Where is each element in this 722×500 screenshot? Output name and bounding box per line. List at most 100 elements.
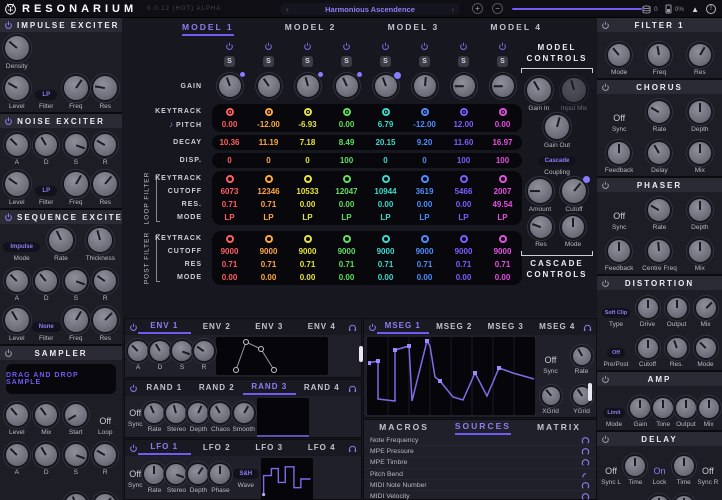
power-icon[interactable] — [129, 323, 138, 332]
solo-button[interactable]: S — [419, 56, 430, 67]
resonator-power-icon[interactable] — [498, 42, 507, 51]
resonator-power-icon[interactable] — [225, 42, 234, 51]
gain-knob-7[interactable] — [453, 75, 475, 97]
amp-gain-knob[interactable] — [630, 398, 650, 418]
seq-filter-type-button[interactable]: None — [32, 322, 61, 332]
phaser-mix-knob[interactable] — [689, 240, 711, 262]
tab-env-4[interactable]: ENV 4 — [296, 322, 349, 333]
keytrack-toggle[interactable] — [265, 108, 273, 116]
disp-value[interactable]: 0 — [422, 156, 426, 165]
delay-feedback-knob[interactable] — [649, 496, 669, 500]
gain-knob-3[interactable] — [297, 75, 319, 97]
audition-icon[interactable] — [583, 323, 592, 332]
dial-icon[interactable] — [581, 492, 590, 500]
post-cutoff-value[interactable]: 9000 — [455, 247, 473, 256]
distortion-res-knob[interactable] — [667, 338, 687, 358]
loop-mode-value[interactable]: LP — [419, 213, 429, 222]
preset-save-button[interactable]: + — [472, 3, 483, 14]
distortion-output-knob[interactable] — [667, 298, 687, 318]
gain-knob-8[interactable] — [492, 75, 514, 97]
tab-macros[interactable]: MACROS — [379, 422, 429, 434]
audition-icon[interactable] — [348, 323, 357, 332]
filter1-mode-knob[interactable] — [608, 44, 630, 66]
resonator-power-icon[interactable] — [381, 42, 390, 51]
gain-knob-2[interactable] — [258, 75, 280, 97]
env-sustain-knob[interactable] — [172, 341, 192, 361]
seq-thickness-knob[interactable] — [88, 228, 112, 252]
dial-icon[interactable] — [581, 481, 590, 490]
lfo-phase-knob[interactable] — [210, 464, 230, 484]
chorus-feedback-knob[interactable] — [608, 142, 630, 164]
chorus-rate-knob[interactable] — [648, 101, 670, 123]
power-icon[interactable] — [601, 181, 610, 190]
warning-icon[interactable]: ▲ — [691, 5, 699, 14]
delay-time-l-knob[interactable] — [625, 456, 645, 476]
sampler-freq-knob[interactable] — [65, 494, 87, 500]
tab-lfo-1[interactable]: LFO 1 — [138, 442, 191, 455]
decay-value[interactable]: 11.60 — [454, 138, 474, 147]
loop-res-value[interactable]: 49.54 — [492, 200, 512, 209]
noise-sustain-knob[interactable] — [65, 134, 87, 156]
disp-value[interactable]: 0 — [227, 156, 231, 165]
sampler-start-knob[interactable] — [65, 404, 87, 426]
rand-stereo-knob[interactable] — [166, 403, 186, 423]
loop-mode-value[interactable]: LP — [341, 213, 351, 222]
source-row[interactable]: MPE Timbre — [364, 458, 596, 469]
resonator-power-icon[interactable] — [342, 42, 351, 51]
gain-knob-1[interactable] — [219, 75, 241, 97]
preset-delete-button[interactable]: − — [492, 3, 503, 14]
dial-icon[interactable] — [581, 458, 590, 467]
info-icon[interactable]: ! — [706, 4, 716, 14]
filter1-res-knob[interactable] — [689, 44, 711, 66]
rand-rate-knob[interactable] — [144, 403, 164, 423]
chorus-delay-knob[interactable] — [648, 142, 670, 164]
master-volume-slider[interactable] — [512, 8, 642, 10]
loop-keytrack-toggle[interactable] — [382, 175, 390, 183]
source-row[interactable]: MPE Pressure — [364, 446, 596, 457]
post-res-value[interactable]: 0.71 — [339, 260, 355, 269]
source-row[interactable]: Pitch Bend — [364, 469, 596, 480]
distortion-type-button[interactable]: Soft Clip — [602, 308, 631, 318]
impulse-level-knob[interactable] — [5, 76, 29, 100]
disp-value[interactable]: 100 — [340, 156, 353, 165]
keytrack-toggle[interactable] — [382, 108, 390, 116]
post-mode-value[interactable]: 0.00 — [495, 273, 511, 282]
keytrack-toggle[interactable] — [304, 108, 312, 116]
amp-mix-knob[interactable] — [699, 398, 719, 418]
phaser-feedback-knob[interactable] — [608, 240, 630, 262]
seq-release-knob[interactable] — [94, 270, 116, 292]
preset-next-icon[interactable]: › — [451, 5, 454, 14]
loop-keytrack-toggle[interactable] — [499, 175, 507, 183]
solo-button[interactable]: S — [263, 56, 274, 67]
delay-time-r-knob[interactable] — [674, 456, 694, 476]
seq-rate-knob[interactable] — [49, 228, 73, 252]
lfo-display[interactable] — [261, 458, 313, 500]
post-res-value[interactable]: 0.71 — [456, 260, 472, 269]
post-keytrack-toggle[interactable] — [343, 235, 351, 243]
rand-display[interactable] — [257, 398, 309, 438]
audition-icon[interactable] — [348, 384, 357, 393]
disp-value[interactable]: 0 — [383, 156, 387, 165]
tab-env-3[interactable]: ENV 3 — [243, 322, 296, 333]
distortion-cutoff-knob[interactable] — [638, 338, 658, 358]
sampler-sustain-knob[interactable] — [65, 444, 87, 466]
pitch-value[interactable]: -12.00 — [257, 120, 280, 129]
post-mode-value[interactable]: 0.00 — [261, 273, 277, 282]
loop-keytrack-toggle[interactable] — [421, 175, 429, 183]
impulse-freq-knob[interactable] — [64, 76, 88, 100]
post-mode-value[interactable]: 0.00 — [222, 273, 238, 282]
keytrack-toggle[interactable] — [421, 108, 429, 116]
power-icon[interactable] — [4, 21, 13, 30]
sampler-release-knob[interactable] — [94, 444, 116, 466]
power-icon[interactable] — [4, 349, 13, 358]
loop-res-value[interactable]: 0.71 — [222, 200, 238, 209]
decay-value[interactable]: 20.15 — [375, 138, 395, 147]
loop-cutoff-value[interactable]: 3619 — [416, 187, 434, 196]
tab-env-1[interactable]: ENV 1 — [138, 321, 191, 334]
solo-button[interactable]: S — [341, 56, 352, 67]
loop-keytrack-toggle[interactable] — [343, 175, 351, 183]
mseg-xgrid-knob[interactable] — [542, 387, 560, 405]
delay-sync-l-toggle[interactable]: Off — [605, 466, 617, 476]
disp-value[interactable]: 0 — [266, 156, 270, 165]
sampler-res-knob[interactable] — [94, 494, 116, 500]
